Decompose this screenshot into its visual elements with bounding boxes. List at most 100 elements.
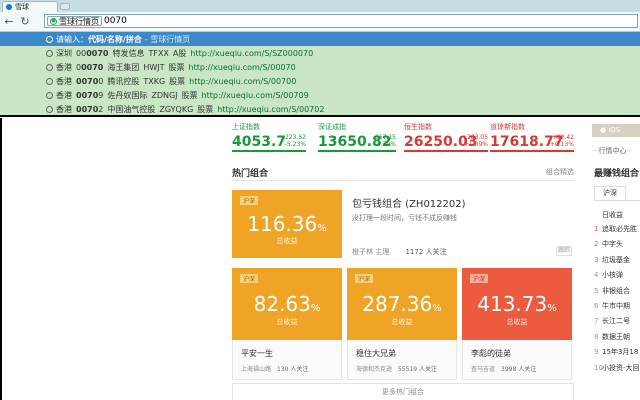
- suggestion-name: 特发信息: [112, 48, 145, 58]
- portfolio-card[interactable]: 沪深 287.36% 总收益: [347, 268, 457, 340]
- ranking-number: 5: [594, 286, 599, 295]
- suggestion-name: 佐丹奴国际: [107, 91, 148, 101]
- ranking-item[interactable]: 4 小核弹: [594, 270, 623, 280]
- address-bar[interactable]: ● 雪球行情页 0070: [44, 14, 638, 28]
- index-ticker[interactable]: 恒生指数 26250.03 +283.05 +1.09%: [404, 122, 488, 152]
- address-input-text[interactable]: 0070: [104, 16, 127, 26]
- suggestion-row[interactable]: 香港 00702 中国油气控股 ZGYQKG 股票 http://xueqiu.com/S…: [0, 103, 640, 117]
- suggestion-name: 海王集团: [107, 62, 140, 72]
- ranking-item[interactable]: 5 非银组合: [594, 286, 630, 296]
- more-hot-portfolios-link[interactable]: 更多热门组合: [232, 383, 574, 400]
- search-icon: [46, 77, 53, 85]
- suggestion-row[interactable]: 香港 00709 佐丹奴国际 ZDNGJ 股票 http://xueqiu.com/S/0…: [0, 89, 640, 103]
- portfolio-card-footer: 李彪的徒弟 查马吉道 3998 人关注: [462, 340, 572, 380]
- suggestion-code: 00700: [76, 76, 104, 86]
- ranking-label: 中字头: [602, 240, 623, 249]
- portfolio-meta: 上海福山路 130 人关注: [241, 364, 308, 373]
- featured-portfolio-card[interactable]: 沪深 116.36% 总收益: [232, 190, 342, 258]
- ranking-label: 长江二号: [602, 317, 630, 326]
- portfolio-card-footer: 平安一生上海福山路 130 人关注: [232, 340, 342, 380]
- index-underline: [232, 150, 306, 152]
- xueqiu-favicon-icon: [6, 4, 12, 10]
- suggestion-code: 00709: [76, 91, 104, 101]
- ios-app-banner[interactable]: ● iOS: [592, 124, 640, 137]
- ranking-item[interactable]: 6 牛市中期: [594, 301, 630, 311]
- suggestion-row[interactable]: 香港 00700 腾讯控股 TXKG 股票 http://xueqiu.com/S/007…: [0, 74, 640, 88]
- index-change: +283.05 +1.09%: [461, 134, 488, 148]
- suggestion-code: 00070: [76, 62, 104, 72]
- search-icon: [46, 35, 53, 43]
- index-name: 深证成指: [318, 123, 346, 131]
- index-ticker[interactable]: 上证指数 4053.7 -223.52 -5.23%: [232, 122, 306, 152]
- suggestion-market: 香港: [56, 105, 72, 115]
- ranking-item[interactable]: 7 长江二号: [594, 316, 630, 326]
- ranking-item[interactable]: 3 垃圾基金: [594, 255, 630, 265]
- right-sidebar: ● iOS · 行情中心 · 最赚钱组合 沪深 日收益 1 追取必先胜 2 中字头 3 垃…: [590, 118, 640, 400]
- index-name: 上证指数: [232, 123, 260, 131]
- portfolio-followers: 55519 人关注: [398, 366, 438, 373]
- ranking-number: 7: [594, 317, 599, 326]
- portfolio-name[interactable]: 李彪的徒弟: [471, 348, 511, 359]
- suggestion-type: A股: [172, 48, 187, 58]
- portfolio-author[interactable]: 上海福山路: [241, 366, 271, 373]
- ranking-item[interactable]: 1 追取必先胜: [594, 224, 637, 234]
- portfolio-return: 287.36%: [362, 292, 442, 316]
- featured-author-role: 主理: [375, 248, 390, 256]
- ranking-label: 15年3月18: [602, 348, 639, 357]
- ranking-item[interactable]: 2 中字头: [594, 239, 623, 249]
- featured-author[interactable]: 橙子林: [352, 248, 373, 256]
- index-ticker[interactable]: 道琼斯指数 17618.77 +22.42 +0.13%: [490, 122, 574, 152]
- section-divider: [232, 180, 574, 181]
- portfolio-author[interactable]: 海德和杰克逊: [356, 366, 392, 373]
- ranking-number: 10: [594, 363, 603, 372]
- featured-return: 116.36%: [247, 212, 327, 236]
- suggestion-abbr: ZGYQKG: [159, 105, 194, 115]
- portfolio-name[interactable]: 平安一生: [241, 348, 273, 359]
- suggestion-row[interactable]: 香港 00070 海王集团 HWJT 股票 http://xueqiu.com/S/000…: [0, 60, 640, 74]
- index-ticker[interactable]: 深证成指 13650.82 -667.15 -4.79%: [318, 122, 396, 152]
- suggestion-code: 000070: [76, 48, 109, 58]
- suggestion-name: 中国油气控股: [107, 105, 156, 115]
- tab-underline: [594, 200, 640, 201]
- tab-title: 雪球: [15, 3, 29, 11]
- hint-main: 代码/名称/拼合: [88, 34, 142, 44]
- omnibox-suggestions: 请输入： 代码/名称/拼合 - 雪球行情页 深圳 000070 特发信息 TFXX A股…: [0, 32, 640, 117]
- quote-center-link[interactable]: · 行情中心 ·: [594, 146, 631, 156]
- market-tag: 沪深: [240, 274, 259, 283]
- suggestion-hint-row[interactable]: 请输入： 代码/名称/拼合 - 雪球行情页: [0, 32, 640, 46]
- suggestion-name: 腾讯控股: [107, 76, 140, 86]
- new-tab-button[interactable]: [60, 3, 70, 10]
- index-underline: [318, 150, 396, 152]
- ranking-item[interactable]: 8 数据王朝: [594, 332, 630, 342]
- tab-hushen[interactable]: 沪深: [594, 186, 626, 200]
- market-tag: 沪深: [470, 274, 489, 283]
- ranking-item[interactable]: 9 15年3月18: [594, 347, 638, 357]
- browser-tab[interactable]: 雪球: [2, 1, 58, 12]
- suggestion-abbr: TFXX: [148, 48, 169, 58]
- follow-button[interactable]: 跟踪: [556, 246, 572, 256]
- ranking-number: 8: [594, 332, 599, 341]
- suggestion-abbr: TXKG: [143, 76, 166, 86]
- index-underline: [404, 150, 488, 152]
- reload-icon[interactable]: ↻: [18, 15, 32, 29]
- portfolio-name[interactable]: 稳住大兄弟: [356, 348, 396, 359]
- suggestion-abbr: HWJT: [143, 62, 165, 72]
- back-arrow-icon[interactable]: ←: [2, 15, 16, 29]
- portfolio-author[interactable]: 查马吉道: [471, 366, 495, 373]
- featured-return-label: 总收益: [276, 237, 298, 245]
- portfolio-card[interactable]: 沪深 413.73% 总收益: [462, 268, 572, 340]
- index-name: 道琼斯指数: [490, 123, 525, 131]
- featured-portfolio-meta: 橙子林 主理 1172 人关注: [352, 247, 447, 257]
- portfolio-card[interactable]: 沪深 82.63% 总收益: [232, 268, 342, 340]
- portfolio-picks-link[interactable]: 组合精选: [546, 167, 574, 177]
- ranking-label: 追取必先胜: [602, 225, 637, 233]
- ranking-label: 小投资-大回: [602, 363, 640, 372]
- search-engine-chip[interactable]: ● 雪球行情页: [47, 16, 102, 26]
- suggestion-url: http://xueqiu.com/S/00070: [188, 62, 296, 72]
- suggestion-row[interactable]: 深圳 000070 特发信息 TFXX A股 http://xueqiu.com/S/SZ…: [0, 46, 640, 60]
- suggestion-market: 香港: [56, 62, 72, 72]
- index-change: +22.42 +0.13%: [549, 134, 574, 148]
- featured-portfolio-name[interactable]: 包亏钱组合 (ZH012202): [352, 195, 466, 210]
- search-icon: [46, 49, 53, 57]
- ranking-item[interactable]: 10小投资-大回: [594, 363, 640, 373]
